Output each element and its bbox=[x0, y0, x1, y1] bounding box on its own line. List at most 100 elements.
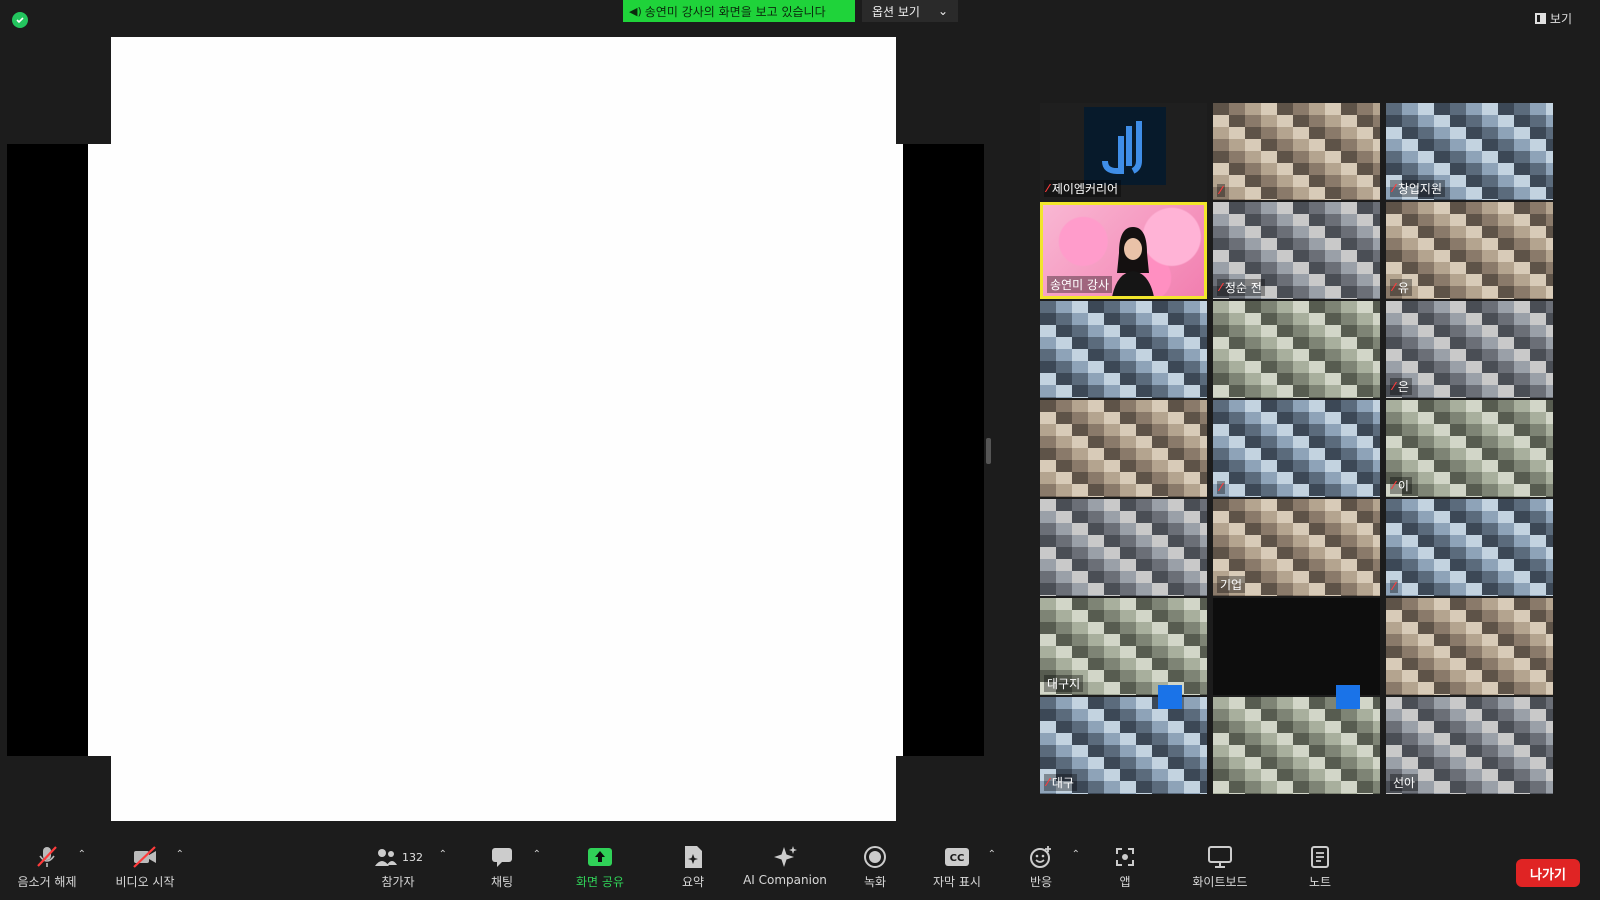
participant-tile[interactable]: ⁄ 은 bbox=[1386, 301, 1553, 398]
unmute-button[interactable]: 음소거 해제 ⌃ bbox=[2, 843, 92, 890]
whiteboard-button[interactable]: 화이트보드 bbox=[1172, 843, 1268, 890]
reactions-button[interactable]: 반응 ⌃ bbox=[996, 843, 1086, 890]
viewing-screen-banner: ◀) 송연미 강사의 화면을 보고 있습니다 bbox=[623, 0, 855, 22]
summary-label: 요약 bbox=[681, 875, 705, 889]
company-logo-icon bbox=[1084, 107, 1166, 185]
captions-label: 자막 표시 bbox=[933, 875, 981, 889]
microphone-muted-icon bbox=[34, 843, 60, 871]
view-button[interactable]: 보기 bbox=[1534, 10, 1572, 27]
participant-video-pixelated bbox=[1040, 499, 1207, 596]
participant-name-text: 은 bbox=[1397, 380, 1409, 394]
participant-name-label: ⁄ bbox=[1217, 481, 1225, 494]
participant-video-pixelated bbox=[1213, 103, 1380, 200]
participant-tile[interactable]: ⁄ bbox=[1213, 400, 1380, 497]
participant-tile[interactable]: ⁄ 대구 bbox=[1040, 697, 1207, 794]
muted-mic-icon: ⁄ bbox=[1393, 380, 1395, 393]
participant-name-label: 대구지 bbox=[1044, 675, 1084, 692]
participant-tile[interactable]: ⁄ bbox=[1386, 499, 1553, 596]
participant-tile[interactable] bbox=[1040, 400, 1207, 497]
apps-icon bbox=[1113, 843, 1137, 871]
participant-name-label: ⁄ 정순 전 bbox=[1217, 279, 1265, 296]
participant-tile[interactable] bbox=[1040, 301, 1207, 398]
participant-video-pixelated bbox=[1040, 400, 1207, 497]
closed-captions-icon: CC bbox=[944, 843, 970, 871]
view-options-label: 옵션 보기 bbox=[872, 4, 920, 19]
start-video-button[interactable]: 비디오 시작 ⌃ bbox=[100, 843, 190, 890]
active-speaker-tile[interactable]: 송연미 강사 bbox=[1040, 202, 1207, 299]
reaction-emoji-icon bbox=[1029, 843, 1053, 871]
summary-icon bbox=[682, 843, 704, 871]
security-shield-icon[interactable] bbox=[12, 12, 28, 28]
chat-label: 채팅 bbox=[490, 875, 514, 889]
whiteboard-label: 화이트보드 bbox=[1192, 875, 1248, 889]
chevron-up-icon[interactable]: ⌃ bbox=[176, 849, 184, 860]
share-screen-button[interactable]: 화면 공유 bbox=[555, 843, 645, 890]
participant-name-text: 기업 bbox=[1220, 578, 1243, 592]
leave-meeting-button[interactable]: 나가기 bbox=[1516, 859, 1580, 887]
notes-button[interactable]: 노트 bbox=[1275, 843, 1365, 890]
participant-video-pixelated bbox=[1386, 598, 1553, 695]
participant-tile[interactable] bbox=[1386, 598, 1553, 695]
participant-name-text: 송연미 강사 bbox=[1050, 278, 1110, 292]
muted-mic-icon: ⁄ bbox=[1393, 281, 1395, 294]
participant-name-text: 이 bbox=[1397, 479, 1409, 493]
participant-name-text: 대구 bbox=[1051, 776, 1074, 790]
chevron-up-icon[interactable]: ⌃ bbox=[439, 849, 447, 860]
panel-splitter-handle[interactable] bbox=[986, 438, 991, 464]
chat-icon bbox=[490, 843, 514, 871]
apps-button[interactable]: 앱 bbox=[1080, 843, 1170, 890]
participant-tile[interactable] bbox=[1213, 598, 1380, 695]
participant-name-text: 대구지 bbox=[1047, 677, 1081, 691]
muted-mic-icon: ⁄ bbox=[1393, 580, 1395, 593]
layout-icon bbox=[1534, 13, 1546, 24]
zoom-meeting-window: ◀) 송연미 강사의 화면을 보고 있습니다 옵션 보기 ⌄ 보기 ⁄ 제이엠커리… bbox=[0, 0, 1600, 900]
participant-tile[interactable]: ⁄ bbox=[1213, 103, 1380, 200]
participant-tile[interactable] bbox=[1040, 499, 1207, 596]
participant-name-label: ⁄ 이 bbox=[1390, 477, 1412, 494]
participant-name-label: ⁄ 창업지원 bbox=[1390, 180, 1446, 197]
participant-tile[interactable] bbox=[1213, 697, 1380, 794]
participants-count: 132 bbox=[402, 850, 423, 864]
notes-label: 노트 bbox=[1308, 875, 1332, 889]
meeting-toolbar: 음소거 해제 ⌃ 비디오 시작 ⌃ 132 참가자 ⌃ 채팅 ⌃ 화면 공유 요… bbox=[0, 843, 1600, 900]
chevron-up-icon[interactable]: ⌃ bbox=[1072, 849, 1080, 860]
share-screen-icon bbox=[587, 843, 613, 871]
ai-companion-button[interactable]: AI Companion bbox=[735, 843, 835, 887]
chevron-up-icon[interactable]: ⌃ bbox=[533, 849, 541, 860]
participant-name-label: ⁄ bbox=[1217, 184, 1225, 197]
participant-tile[interactable]: ⁄ 유 bbox=[1386, 202, 1553, 299]
participant-name-label: ⁄ 제이엠커리어 bbox=[1044, 180, 1122, 197]
participant-tile[interactable]: ⁄ 제이엠커리어 bbox=[1040, 103, 1207, 200]
muted-mic-icon: ⁄ bbox=[1047, 776, 1049, 789]
chevron-up-icon[interactable]: ⌃ bbox=[78, 849, 86, 860]
participant-name-label: ⁄ 유 bbox=[1390, 279, 1412, 296]
record-button[interactable]: 녹화 bbox=[830, 843, 920, 890]
speaker-figure bbox=[1111, 223, 1155, 296]
participant-tile[interactable]: 선아 bbox=[1386, 697, 1553, 794]
video-off-icon bbox=[131, 843, 159, 871]
speaker-icon: ◀) bbox=[629, 4, 642, 18]
participant-tile[interactable] bbox=[1213, 301, 1380, 398]
summary-button[interactable]: 요약 bbox=[648, 843, 738, 890]
participant-video-pixelated bbox=[1213, 400, 1380, 497]
captions-button[interactable]: CC 자막 표시 ⌃ bbox=[912, 843, 1002, 890]
participant-tile[interactable]: 기업 bbox=[1213, 499, 1380, 596]
participant-name-label: ⁄ 은 bbox=[1390, 378, 1412, 395]
participants-button[interactable]: 132 참가자 ⌃ bbox=[343, 843, 453, 890]
participant-tile[interactable]: ⁄ 창업지원 bbox=[1386, 103, 1553, 200]
chat-button[interactable]: 채팅 ⌃ bbox=[457, 843, 547, 890]
svg-text:CC: CC bbox=[950, 853, 965, 864]
raised-status-badge bbox=[1158, 685, 1182, 709]
participant-tile[interactable]: 대구지 bbox=[1040, 598, 1207, 695]
participant-tile[interactable]: ⁄ 이 bbox=[1386, 400, 1553, 497]
view-options-dropdown[interactable]: 옵션 보기 ⌄ bbox=[862, 0, 958, 22]
participant-name-text: 창업지원 bbox=[1397, 182, 1443, 196]
participant-tile[interactable]: ⁄ 정순 전 bbox=[1213, 202, 1380, 299]
participant-video-pixelated bbox=[1386, 499, 1553, 596]
sparkle-icon bbox=[772, 843, 798, 871]
record-label: 녹화 bbox=[863, 875, 887, 889]
chevron-up-icon[interactable]: ⌃ bbox=[988, 849, 996, 860]
participant-name-text: 유 bbox=[1397, 281, 1409, 295]
muted-mic-icon: ⁄ bbox=[1220, 184, 1222, 197]
view-button-label: 보기 bbox=[1549, 12, 1572, 26]
